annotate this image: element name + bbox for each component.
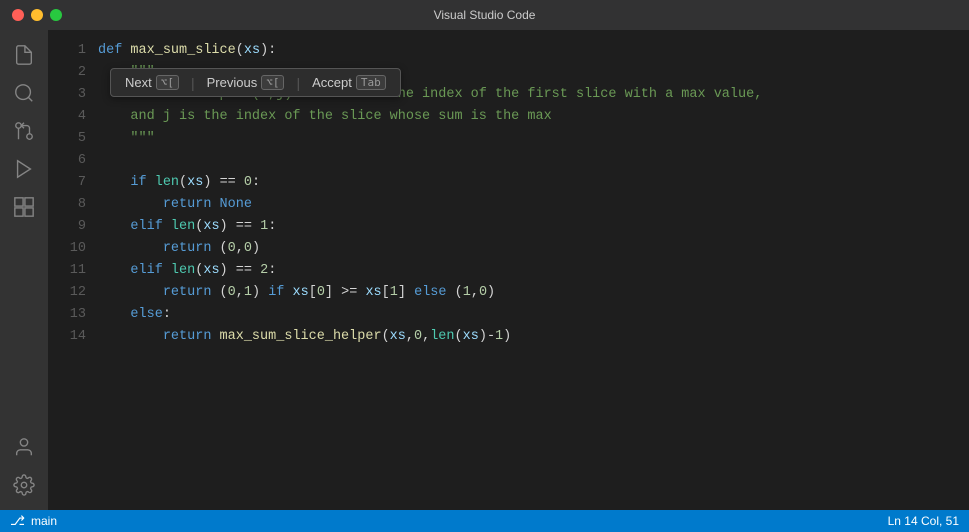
toolbar-divider-2: | — [294, 75, 302, 91]
branch-label[interactable]: main — [31, 514, 57, 528]
code-content[interactable]: def max_sum_slice(xs): """ Return a tupl… — [98, 40, 969, 510]
minimize-button[interactable] — [31, 9, 43, 21]
branch-icon: ⎇ — [10, 513, 25, 529]
next-label: Next — [125, 75, 152, 90]
debug-icon[interactable] — [7, 152, 41, 186]
code-editor[interactable]: 1 2 3 4 5 6 7 8 9 10 11 12 13 14 def max… — [48, 30, 969, 510]
maximize-button[interactable] — [50, 9, 62, 21]
next-button[interactable]: Next ⌥[ — [119, 73, 185, 92]
search-icon[interactable] — [7, 76, 41, 110]
toolbar-divider: | — [189, 75, 197, 91]
traffic-lights — [12, 9, 62, 21]
titlebar: Visual Studio Code — [0, 0, 969, 30]
next-kbd: ⌥[ — [156, 75, 179, 90]
activity-bar — [0, 30, 48, 510]
suggestion-toolbar: Next ⌥[ | Previous ⌥[ | Accept Tab — [110, 68, 401, 97]
accept-button[interactable]: Accept Tab — [306, 73, 392, 92]
files-icon[interactable] — [7, 38, 41, 72]
prev-kbd: ⌥[ — [261, 75, 284, 90]
close-button[interactable] — [12, 9, 24, 21]
editor-container: Next ⌥[ | Previous ⌥[ | Accept Tab 1 2 3… — [48, 30, 969, 510]
account-icon[interactable] — [7, 430, 41, 464]
titlebar-title: Visual Studio Code — [434, 8, 536, 22]
line-numbers: 1 2 3 4 5 6 7 8 9 10 11 12 13 14 — [48, 40, 98, 510]
previous-button[interactable]: Previous ⌥[ — [201, 73, 291, 92]
settings-icon[interactable] — [7, 468, 41, 502]
previous-label: Previous — [207, 75, 258, 90]
extensions-icon[interactable] — [7, 190, 41, 224]
source-control-icon[interactable] — [7, 114, 41, 148]
position-label: Ln 14 Col, 51 — [888, 514, 959, 528]
accept-kbd: Tab — [356, 75, 386, 90]
status-left: ⎇ main — [10, 513, 57, 529]
activity-bar-bottom — [7, 430, 41, 510]
accept-label: Accept — [312, 75, 352, 90]
status-bar: ⎇ main Ln 14 Col, 51 — [0, 510, 969, 532]
status-right: Ln 14 Col, 51 — [888, 514, 959, 528]
main-area: Next ⌥[ | Previous ⌥[ | Accept Tab 1 2 3… — [0, 30, 969, 510]
